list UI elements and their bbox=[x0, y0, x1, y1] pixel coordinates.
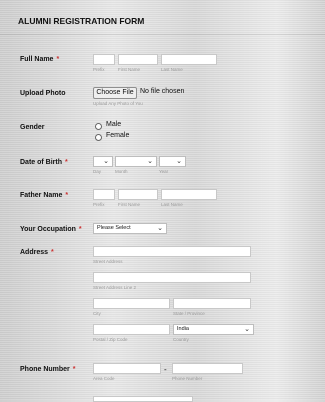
chevron-down-icon: ⌄ bbox=[103, 158, 109, 165]
required-marker: * bbox=[51, 249, 54, 256]
father-name-label: Father Name * bbox=[20, 192, 68, 199]
required-marker: * bbox=[78, 226, 82, 233]
required-marker: * bbox=[72, 366, 76, 373]
choose-file-button[interactable]: Choose File bbox=[93, 87, 137, 99]
address-label-text: Address bbox=[20, 249, 49, 256]
next-field-input[interactable] bbox=[93, 396, 193, 402]
postal-code-input[interactable] bbox=[93, 324, 170, 335]
father-prefix-input[interactable] bbox=[93, 189, 115, 200]
last-name-input[interactable] bbox=[161, 54, 217, 65]
year-select[interactable]: ⌄ bbox=[159, 156, 186, 167]
radio-female[interactable] bbox=[95, 134, 102, 141]
father-first-name-input[interactable] bbox=[118, 189, 158, 200]
phone-number-label: Phone Number * bbox=[20, 366, 76, 373]
father-last-name-input[interactable] bbox=[161, 189, 217, 200]
street-address-sublabel: Street Address bbox=[93, 259, 123, 264]
city-input[interactable] bbox=[93, 298, 170, 309]
upload-photo-label: Upload Photo bbox=[20, 90, 66, 97]
date-of-birth-label-text: Date of Birth bbox=[20, 159, 62, 166]
state-province-input[interactable] bbox=[173, 298, 251, 309]
occupation-label-text: Your Occupation bbox=[20, 226, 76, 233]
chevron-down-icon: ⌄ bbox=[147, 158, 153, 165]
male-option-label: Male bbox=[106, 121, 122, 128]
female-option-label: Female bbox=[106, 132, 130, 139]
day-sublabel: Day bbox=[93, 169, 102, 174]
state-province-sublabel: State / Province bbox=[173, 311, 205, 316]
first-name-input[interactable] bbox=[118, 54, 158, 65]
first-name-sublabel: First Name bbox=[118, 67, 141, 72]
required-marker: * bbox=[56, 56, 60, 63]
street-address-line2-sublabel: Street Address Line 2 bbox=[93, 285, 137, 290]
chevron-down-icon: ⌄ bbox=[244, 326, 250, 333]
occupation-select[interactable]: Please Select ⌄ bbox=[93, 223, 167, 234]
date-of-birth-label: Date of Birth * bbox=[20, 159, 68, 166]
occupation-label: Your Occupation * bbox=[20, 226, 82, 233]
country-sublabel: Country bbox=[173, 337, 189, 342]
phone-separator: - bbox=[164, 365, 167, 374]
last-name-sublabel: Last Name bbox=[161, 67, 183, 72]
chevron-down-icon: ⌄ bbox=[176, 158, 182, 165]
registration-form: ALUMNI REGISTRATION FORM Full Name * Pref… bbox=[0, 0, 325, 402]
file-status: No file chosen bbox=[140, 88, 185, 95]
prefix-sublabel: Prefix bbox=[93, 67, 105, 72]
country-selected-value: India bbox=[177, 326, 189, 332]
upload-sublabel: Upload Any Photo of You bbox=[93, 101, 143, 106]
gender-label: Gender bbox=[20, 124, 45, 131]
street-address-input[interactable] bbox=[93, 246, 251, 257]
father-name-label-text: Father Name bbox=[20, 192, 63, 199]
required-marker: * bbox=[65, 159, 68, 166]
occupation-selected-value: Please Select bbox=[97, 225, 131, 231]
form-title: ALUMNI REGISTRATION FORM bbox=[18, 16, 145, 26]
day-select[interactable]: ⌄ bbox=[93, 156, 113, 167]
phone-number-input[interactable] bbox=[172, 363, 243, 374]
full-name-label: Full Name * bbox=[20, 56, 59, 63]
title-divider bbox=[0, 34, 325, 35]
full-name-label-text: Full Name bbox=[20, 56, 54, 63]
phone-number-label-text: Phone Number bbox=[20, 366, 70, 373]
father-first-name-sublabel: First Name bbox=[118, 202, 141, 207]
street-address-line2-input[interactable] bbox=[93, 272, 251, 283]
area-code-sublabel: Area Code bbox=[93, 376, 115, 381]
father-last-name-sublabel: Last Name bbox=[161, 202, 183, 207]
required-marker: * bbox=[65, 192, 69, 199]
year-sublabel: Year bbox=[159, 169, 169, 174]
phone-number-sublabel: Phone Number bbox=[172, 376, 203, 381]
month-select[interactable]: ⌄ bbox=[115, 156, 157, 167]
country-select[interactable]: India ⌄ bbox=[173, 324, 254, 335]
address-label: Address * bbox=[20, 249, 54, 256]
month-sublabel: Month bbox=[115, 169, 128, 174]
prefix-input[interactable] bbox=[93, 54, 115, 65]
city-sublabel: City bbox=[93, 311, 101, 316]
radio-male[interactable] bbox=[95, 123, 102, 130]
postal-code-sublabel: Postal / Zip Code bbox=[93, 337, 128, 342]
chevron-down-icon: ⌄ bbox=[157, 225, 163, 232]
father-prefix-sublabel: Prefix bbox=[93, 202, 105, 207]
area-code-input[interactable] bbox=[93, 363, 161, 374]
